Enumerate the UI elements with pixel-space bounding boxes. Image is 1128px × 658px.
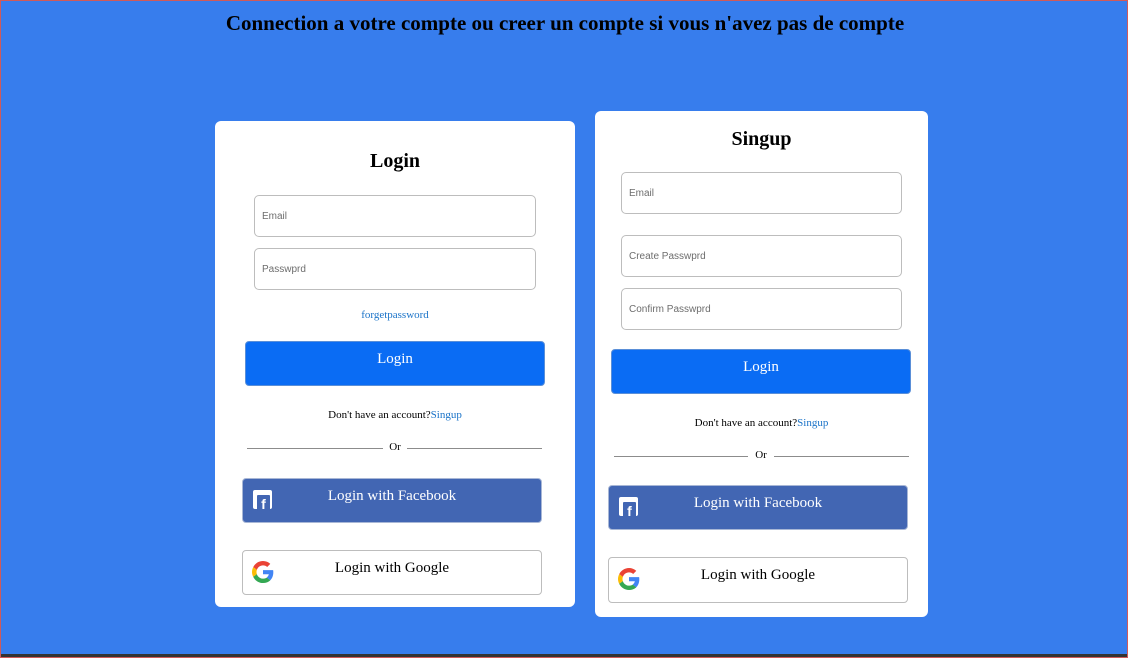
login-title: Login bbox=[369, 150, 421, 172]
login-google-label: Login with Google bbox=[334, 560, 450, 576]
page-title: Connection a votre compte ou creer un co… bbox=[225, 11, 905, 35]
login-google-button[interactable]: Login with Google bbox=[242, 550, 542, 595]
login-account-line: Don't have an account?Singup bbox=[215, 409, 575, 421]
login-signup-link[interactable]: Singup bbox=[431, 409, 462, 421]
login-facebook-button[interactable]: f Login with Facebook bbox=[242, 478, 542, 523]
signup-submit-label: Login bbox=[743, 359, 779, 375]
signup-submit-button[interactable]: Login bbox=[611, 349, 911, 394]
login-card: Login Email Passwprd forgetpassword Logi… bbox=[215, 121, 575, 607]
forgot-password-link[interactable]: forgetpassword bbox=[361, 309, 429, 321]
signup-google-label: Login with Google bbox=[700, 567, 816, 583]
signup-divider: Or bbox=[614, 449, 909, 463]
login-account-prompt: Don't have an account? bbox=[328, 409, 431, 421]
signup-card: Singup Email Create Passwprd Confirm Pas… bbox=[595, 111, 928, 617]
confirm-password-input[interactable]: Confirm Passwprd bbox=[621, 288, 902, 330]
login-divider: Or bbox=[247, 441, 542, 455]
signup-divider-text: Or bbox=[755, 449, 767, 461]
signup-title: Singup bbox=[731, 128, 792, 150]
signup-facebook-button[interactable]: f Login with Facebook bbox=[608, 485, 908, 530]
login-divider-text: Or bbox=[389, 441, 401, 453]
bottom-border bbox=[1, 654, 1127, 657]
create-password-input[interactable]: Create Passwprd bbox=[621, 235, 902, 277]
signup-account-line: Don't have an account?Singup bbox=[595, 417, 928, 429]
login-submit-button[interactable]: Login bbox=[245, 341, 545, 386]
login-facebook-label: Login with Facebook bbox=[327, 488, 457, 504]
signup-google-button[interactable]: Login with Google bbox=[608, 557, 908, 603]
signup-account-prompt: Don't have an account? bbox=[694, 417, 798, 429]
login-submit-label: Login bbox=[377, 351, 413, 367]
login-password-input[interactable]: Passwprd bbox=[254, 248, 536, 290]
login-email-input[interactable]: Email bbox=[254, 195, 536, 237]
signup-signup-link[interactable]: Singup bbox=[797, 417, 828, 429]
signup-email-input[interactable]: Email bbox=[621, 172, 902, 214]
signup-facebook-label: Login with Facebook bbox=[693, 495, 823, 511]
